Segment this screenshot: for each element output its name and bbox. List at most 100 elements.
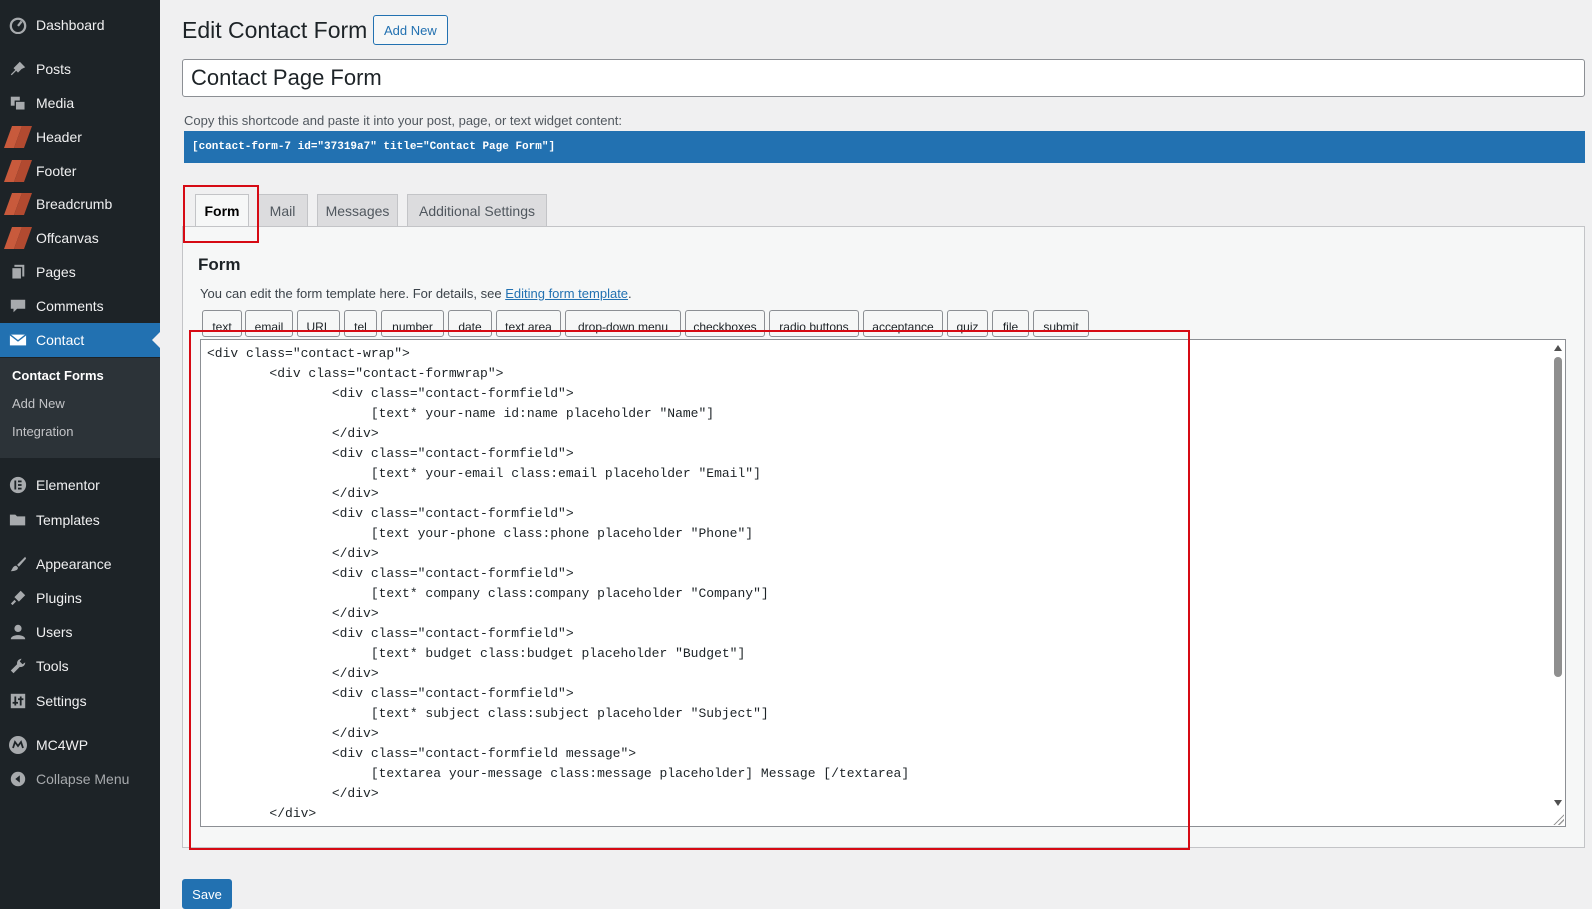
code-line: <div class="contact-formfield">	[207, 506, 574, 521]
tag-button-tel[interactable]: tel	[344, 310, 377, 337]
editing-form-template-link[interactable]: Editing form template	[505, 286, 628, 301]
menu-item-posts[interactable]: Posts	[0, 52, 160, 86]
elementor-template-icon	[0, 154, 36, 188]
tab-form[interactable]: Form	[195, 194, 249, 227]
contact-submenu: Contact Forms Add New Integration	[0, 358, 160, 458]
tab-additional-settings[interactable]: Additional Settings	[407, 194, 547, 226]
panel-desc-suffix: .	[628, 286, 632, 301]
menu-item-settings[interactable]: Settings	[0, 684, 160, 718]
collapse-icon	[0, 762, 36, 796]
code-line: </div>	[207, 426, 379, 441]
menu-item-plugins[interactable]: Plugins	[0, 581, 160, 615]
pages-icon	[0, 255, 36, 289]
code-line: </div>	[207, 546, 379, 561]
menu-item-mc4wp[interactable]: MC4WP	[0, 728, 160, 762]
menu-item-offcanvas[interactable]: Offcanvas	[0, 221, 160, 255]
menu-item-pages[interactable]: Pages	[0, 255, 160, 289]
wrench-icon	[0, 649, 36, 683]
plugin-icon	[0, 581, 36, 615]
code-line: <div class="contact-formfield">	[207, 446, 574, 461]
elementor-template-icon	[0, 120, 36, 154]
scrollbar-thumb[interactable]	[1554, 357, 1562, 677]
submenu-add-new[interactable]: Add New	[12, 396, 65, 411]
code-line: <div class="contact-formfield">	[207, 626, 574, 641]
add-new-button[interactable]: Add New	[373, 15, 448, 45]
code-line: <div class="contact-formfield">	[207, 686, 574, 701]
menu-item-appearance[interactable]: Appearance	[0, 547, 160, 581]
menu-label: Settings	[36, 693, 87, 709]
tab-messages[interactable]: Messages	[317, 194, 398, 226]
menu-item-header[interactable]: Header	[0, 120, 160, 154]
shortcode-field[interactable]: [contact-form-7 id="37319a7" title="Cont…	[184, 131, 1585, 163]
menu-label: Posts	[36, 61, 72, 77]
tag-button-number[interactable]: number	[381, 310, 444, 337]
submenu-integration[interactable]: Integration	[12, 424, 73, 439]
menu-label: Collapse Menu	[36, 771, 130, 787]
menu-item-footer[interactable]: Footer	[0, 154, 160, 188]
tag-button-text[interactable]: text	[202, 310, 242, 337]
tag-button-checkboxes[interactable]: checkboxes	[685, 310, 765, 337]
form-title-input[interactable]	[182, 59, 1585, 97]
dashboard-icon	[0, 8, 36, 42]
shortcode-hint: Copy this shortcode and paste it into yo…	[184, 113, 622, 128]
code-line: <div class="contact-wrap">	[207, 346, 410, 361]
editor-scrollbar[interactable]	[1551, 340, 1565, 826]
tag-button-acceptance[interactable]: acceptance	[863, 310, 943, 337]
menu-item-contact[interactable]: Contact	[0, 323, 160, 357]
folder-icon	[0, 503, 36, 537]
panel-desc-text: You can edit the form template here. For…	[200, 286, 506, 301]
menu-label: Footer	[36, 163, 77, 179]
admin-sidebar: Dashboard Posts Media Header Footer Brea…	[0, 0, 160, 909]
brush-icon	[0, 547, 36, 581]
menu-item-users[interactable]: Users	[0, 615, 160, 649]
code-line: <div class="contact-formfield message">	[207, 746, 637, 761]
tag-button-drop-down-menu[interactable]: drop-down menu	[565, 310, 681, 337]
tag-button-radio-buttons[interactable]: radio buttons	[769, 310, 859, 337]
page-title: Edit Contact Form	[182, 17, 368, 43]
menu-label: Elementor	[36, 477, 100, 493]
menu-label: Users	[36, 624, 73, 640]
tab-mail[interactable]: Mail	[257, 194, 308, 226]
code-line: </div>	[207, 486, 379, 501]
code-line: [text* company class:company placeholder…	[207, 586, 769, 601]
media-icon	[0, 86, 36, 120]
menu-item-breadcrumb[interactable]: Breadcrumb	[0, 187, 160, 221]
tag-button-text-area[interactable]: text area	[496, 310, 561, 337]
menu-item-dashboard[interactable]: Dashboard	[0, 8, 160, 42]
code-line: [text* your-name id:name placeholder "Na…	[207, 406, 715, 421]
tag-button-submit[interactable]: submit	[1033, 310, 1089, 337]
menu-label: Breadcrumb	[36, 196, 113, 212]
tag-button-file[interactable]: file	[992, 310, 1029, 337]
tag-button-quiz[interactable]: quiz	[947, 310, 988, 337]
resize-grip-icon[interactable]	[1552, 813, 1564, 825]
code-line: </div>	[207, 786, 379, 801]
code-line: [text* your-email class:email placeholde…	[207, 466, 761, 481]
menu-item-tools[interactable]: Tools	[0, 649, 160, 683]
save-button[interactable]: Save	[182, 879, 232, 909]
elementor-template-icon	[0, 187, 36, 221]
panel-title: Form	[198, 255, 241, 274]
submenu-contact-forms[interactable]: Contact Forms	[12, 368, 104, 383]
panel-description: You can edit the form template here. For…	[200, 286, 632, 301]
collapse-menu-button[interactable]: Collapse Menu	[0, 762, 160, 796]
user-icon	[0, 615, 36, 649]
menu-item-comments[interactable]: Comments	[0, 289, 160, 323]
tag-button-date[interactable]: date	[448, 310, 492, 337]
tag-button-email[interactable]: email	[245, 310, 293, 337]
code-line: </div>	[207, 606, 379, 621]
menu-label: Plugins	[36, 590, 82, 606]
code-line: </div>	[207, 726, 379, 741]
menu-item-templates[interactable]: Templates	[0, 503, 160, 537]
code-line: [text* subject class:subject placeholder…	[207, 706, 769, 721]
scroll-down-arrow-icon[interactable]	[1554, 800, 1562, 806]
menu-label: Header	[36, 129, 82, 145]
scroll-up-arrow-icon[interactable]	[1554, 345, 1562, 351]
menu-label: Comments	[36, 298, 104, 314]
form-template-editor[interactable]: <div class="contact-wrap"> <div class="c…	[200, 339, 1566, 827]
settings-icon	[0, 684, 36, 718]
code-line: </div>	[207, 666, 379, 681]
menu-item-media[interactable]: Media	[0, 86, 160, 120]
elementor-icon	[0, 468, 36, 502]
tag-button-url[interactable]: URL	[297, 310, 340, 337]
menu-item-elementor[interactable]: Elementor	[0, 468, 160, 502]
